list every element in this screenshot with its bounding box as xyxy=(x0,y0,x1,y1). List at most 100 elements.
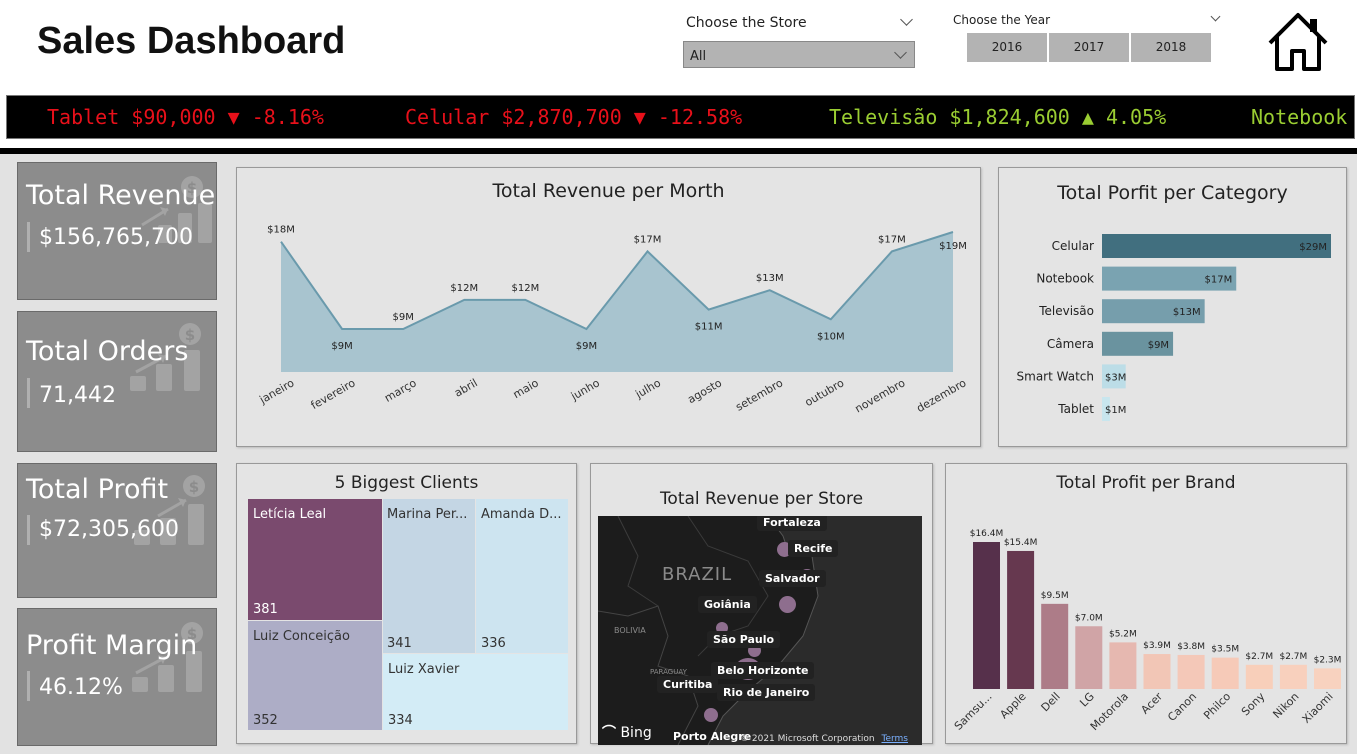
x-tick-label: Philco xyxy=(1201,690,1233,722)
kpi-card-total-profit: $ Total Profit $72,305,600 xyxy=(17,463,217,598)
data-label: $15.4M xyxy=(1004,538,1038,548)
country-label-paraguay: PARAGUAY xyxy=(650,668,687,676)
tile-label: Luiz Conceição xyxy=(253,629,350,644)
data-label: $9M xyxy=(393,312,414,323)
category-label: Smart Watch xyxy=(1017,369,1094,383)
tile-label: Luiz Xavier xyxy=(388,662,460,677)
tile-label: Marina Per... xyxy=(387,507,468,522)
tile-label: Amanda D... xyxy=(481,507,562,522)
year-button-2017[interactable]: 2017 xyxy=(1049,33,1129,62)
treemap-tile-amanda[interactable]: Amanda D... 336 xyxy=(476,499,568,653)
data-label: $17M xyxy=(878,234,906,245)
x-tick-label: Canon xyxy=(1165,690,1199,724)
data-label: $13M xyxy=(756,273,784,284)
data-label: $18M xyxy=(267,225,295,236)
treemap-tile-leticia-leal[interactable]: Letícia Leal 381 xyxy=(248,499,382,620)
store-map[interactable]: BRAZIL BOLIVIA PARAGUAY Fortaleza Recife… xyxy=(598,516,922,745)
bing-logo: ⌒ Bing xyxy=(602,722,652,742)
x-tick-label: Xiaomi xyxy=(1300,690,1336,726)
kpi-title: Total Profit xyxy=(26,474,169,505)
data-label: $2.7M xyxy=(1245,652,1273,662)
x-tick-label: julho xyxy=(632,376,663,401)
city-label-goiania: Goiânia xyxy=(698,596,757,613)
x-tick-label: agosto xyxy=(685,376,724,406)
kpi-card-profit-margin: $ Profit Margin 46.12% xyxy=(17,608,217,746)
chart-title: 5 Biggest Clients xyxy=(334,473,479,493)
data-label: $16.4M xyxy=(970,529,1004,539)
data-label: $11M xyxy=(695,322,723,333)
kpi-accent-bar xyxy=(27,378,30,408)
x-tick-label: Apple xyxy=(997,690,1028,721)
data-label: $9.5M xyxy=(1041,591,1069,601)
kpi-card-total-revenue: $ Total Revenue $156,765,700 xyxy=(17,162,217,300)
store-select-value: All xyxy=(690,49,707,64)
data-label: $10M xyxy=(817,331,845,342)
data-label: $3.8M xyxy=(1177,642,1205,652)
treemap-tile-luiz-conceicao[interactable]: Luiz Conceição 352 xyxy=(248,621,382,730)
revenue-area-chart[interactable]: $18M $9M $9M $12M $12M $9M $17M $11M $13M $10M $17… xyxy=(237,168,982,448)
ticker-item-tablet: Tablet $90,000 ▼ -8.16% xyxy=(47,105,324,129)
kpi-value: 71,442 xyxy=(39,383,116,408)
data-label: $1M xyxy=(1105,405,1126,416)
category-label: Televisão xyxy=(1038,304,1094,318)
profit-per-brand-panel: Total Profit per Brand $16.4M Samsu... $15… xyxy=(945,463,1347,744)
city-label-sao-paulo: São Paulo xyxy=(707,631,781,648)
profit-per-category-panel: Total Porfit per Category Celular $29M Not… xyxy=(998,167,1347,447)
store-bubble-goiania[interactable] xyxy=(779,596,796,613)
category-label: Tablet xyxy=(1057,402,1094,416)
x-tick-label: dezembro xyxy=(914,376,968,415)
x-tick-label: Sony xyxy=(1239,690,1268,719)
bar xyxy=(1314,668,1341,689)
x-tick-label: Nikon xyxy=(1270,690,1301,721)
city-label-curitiba: Curitiba xyxy=(657,676,719,693)
news-ticker: Tablet $90,000 ▼ -8.16% Celular $2,870,7… xyxy=(6,95,1355,139)
city-label-rio-de-janeiro: Rio de Janeiro xyxy=(717,684,816,701)
x-tick-label: Samsu... xyxy=(952,690,995,733)
tile-label: Letícia Leal xyxy=(253,507,327,522)
treemap-tile-luiz-xavier[interactable]: Luiz Xavier 334 xyxy=(383,654,568,730)
store-bubble-porto-alegre[interactable] xyxy=(704,708,718,722)
x-tick-label: Dell xyxy=(1039,690,1063,714)
bar xyxy=(1109,642,1137,689)
x-tick-label: Acer xyxy=(1138,690,1165,717)
brand-bar-chart[interactable]: $16.4M Samsu... $15.4M Apple $9.5M Dell $7.0M L… xyxy=(946,464,1348,745)
category-bar-chart[interactable]: Celular $29M Notebook $17M Televisão $13M Câme… xyxy=(999,168,1348,448)
data-label: $17M xyxy=(1205,275,1233,286)
x-tick-label: novembro xyxy=(853,376,908,415)
terms-link[interactable]: Terms xyxy=(881,734,908,744)
copyright-text: © 2021 Microsoft Corporation xyxy=(740,734,875,744)
kpi-value: $72,305,600 xyxy=(39,517,179,542)
tile-value: 352 xyxy=(253,713,278,728)
category-label: Notebook xyxy=(1036,272,1094,286)
x-tick-label: setembro xyxy=(733,376,785,414)
year-button-2016[interactable]: 2016 xyxy=(967,33,1047,62)
kpi-accent-bar xyxy=(27,671,30,701)
data-label: $3M xyxy=(1105,372,1126,383)
bar xyxy=(1211,657,1239,689)
treemap-tile-marina[interactable]: Marina Per... 341 xyxy=(383,499,475,653)
store-filter-label: Choose the Store xyxy=(686,15,807,31)
store-select[interactable]: All xyxy=(683,41,915,68)
home-icon[interactable] xyxy=(1266,11,1330,73)
chevron-down-icon[interactable] xyxy=(1210,11,1221,22)
x-tick-label: março xyxy=(382,376,419,405)
kpi-title: Total Revenue xyxy=(26,180,216,211)
bar xyxy=(973,542,1000,689)
chevron-down-icon[interactable] xyxy=(900,13,913,26)
bar xyxy=(1041,603,1069,689)
kpi-title: Profit Margin xyxy=(26,630,198,661)
chart-title: Total Revenue per Store xyxy=(659,489,864,509)
data-label: $9M xyxy=(331,341,352,352)
country-label-bolivia: BOLIVIA xyxy=(614,626,646,635)
tile-value: 341 xyxy=(387,636,412,651)
x-tick-label: junho xyxy=(568,376,602,403)
data-label: $7.0M xyxy=(1075,613,1103,623)
kpi-accent-bar xyxy=(27,515,30,545)
city-label-belo-horizonte: Belo Horizonte xyxy=(711,662,815,679)
revenue-per-month-panel: Total Revenue per Morth $18M $9M $9M $12M $1… xyxy=(236,167,981,447)
category-label: Celular xyxy=(1052,239,1094,253)
year-button-2018[interactable]: 2018 xyxy=(1131,33,1211,62)
bar xyxy=(1143,654,1171,689)
tile-value: 381 xyxy=(253,602,278,617)
data-label: $2.3M xyxy=(1314,655,1342,665)
